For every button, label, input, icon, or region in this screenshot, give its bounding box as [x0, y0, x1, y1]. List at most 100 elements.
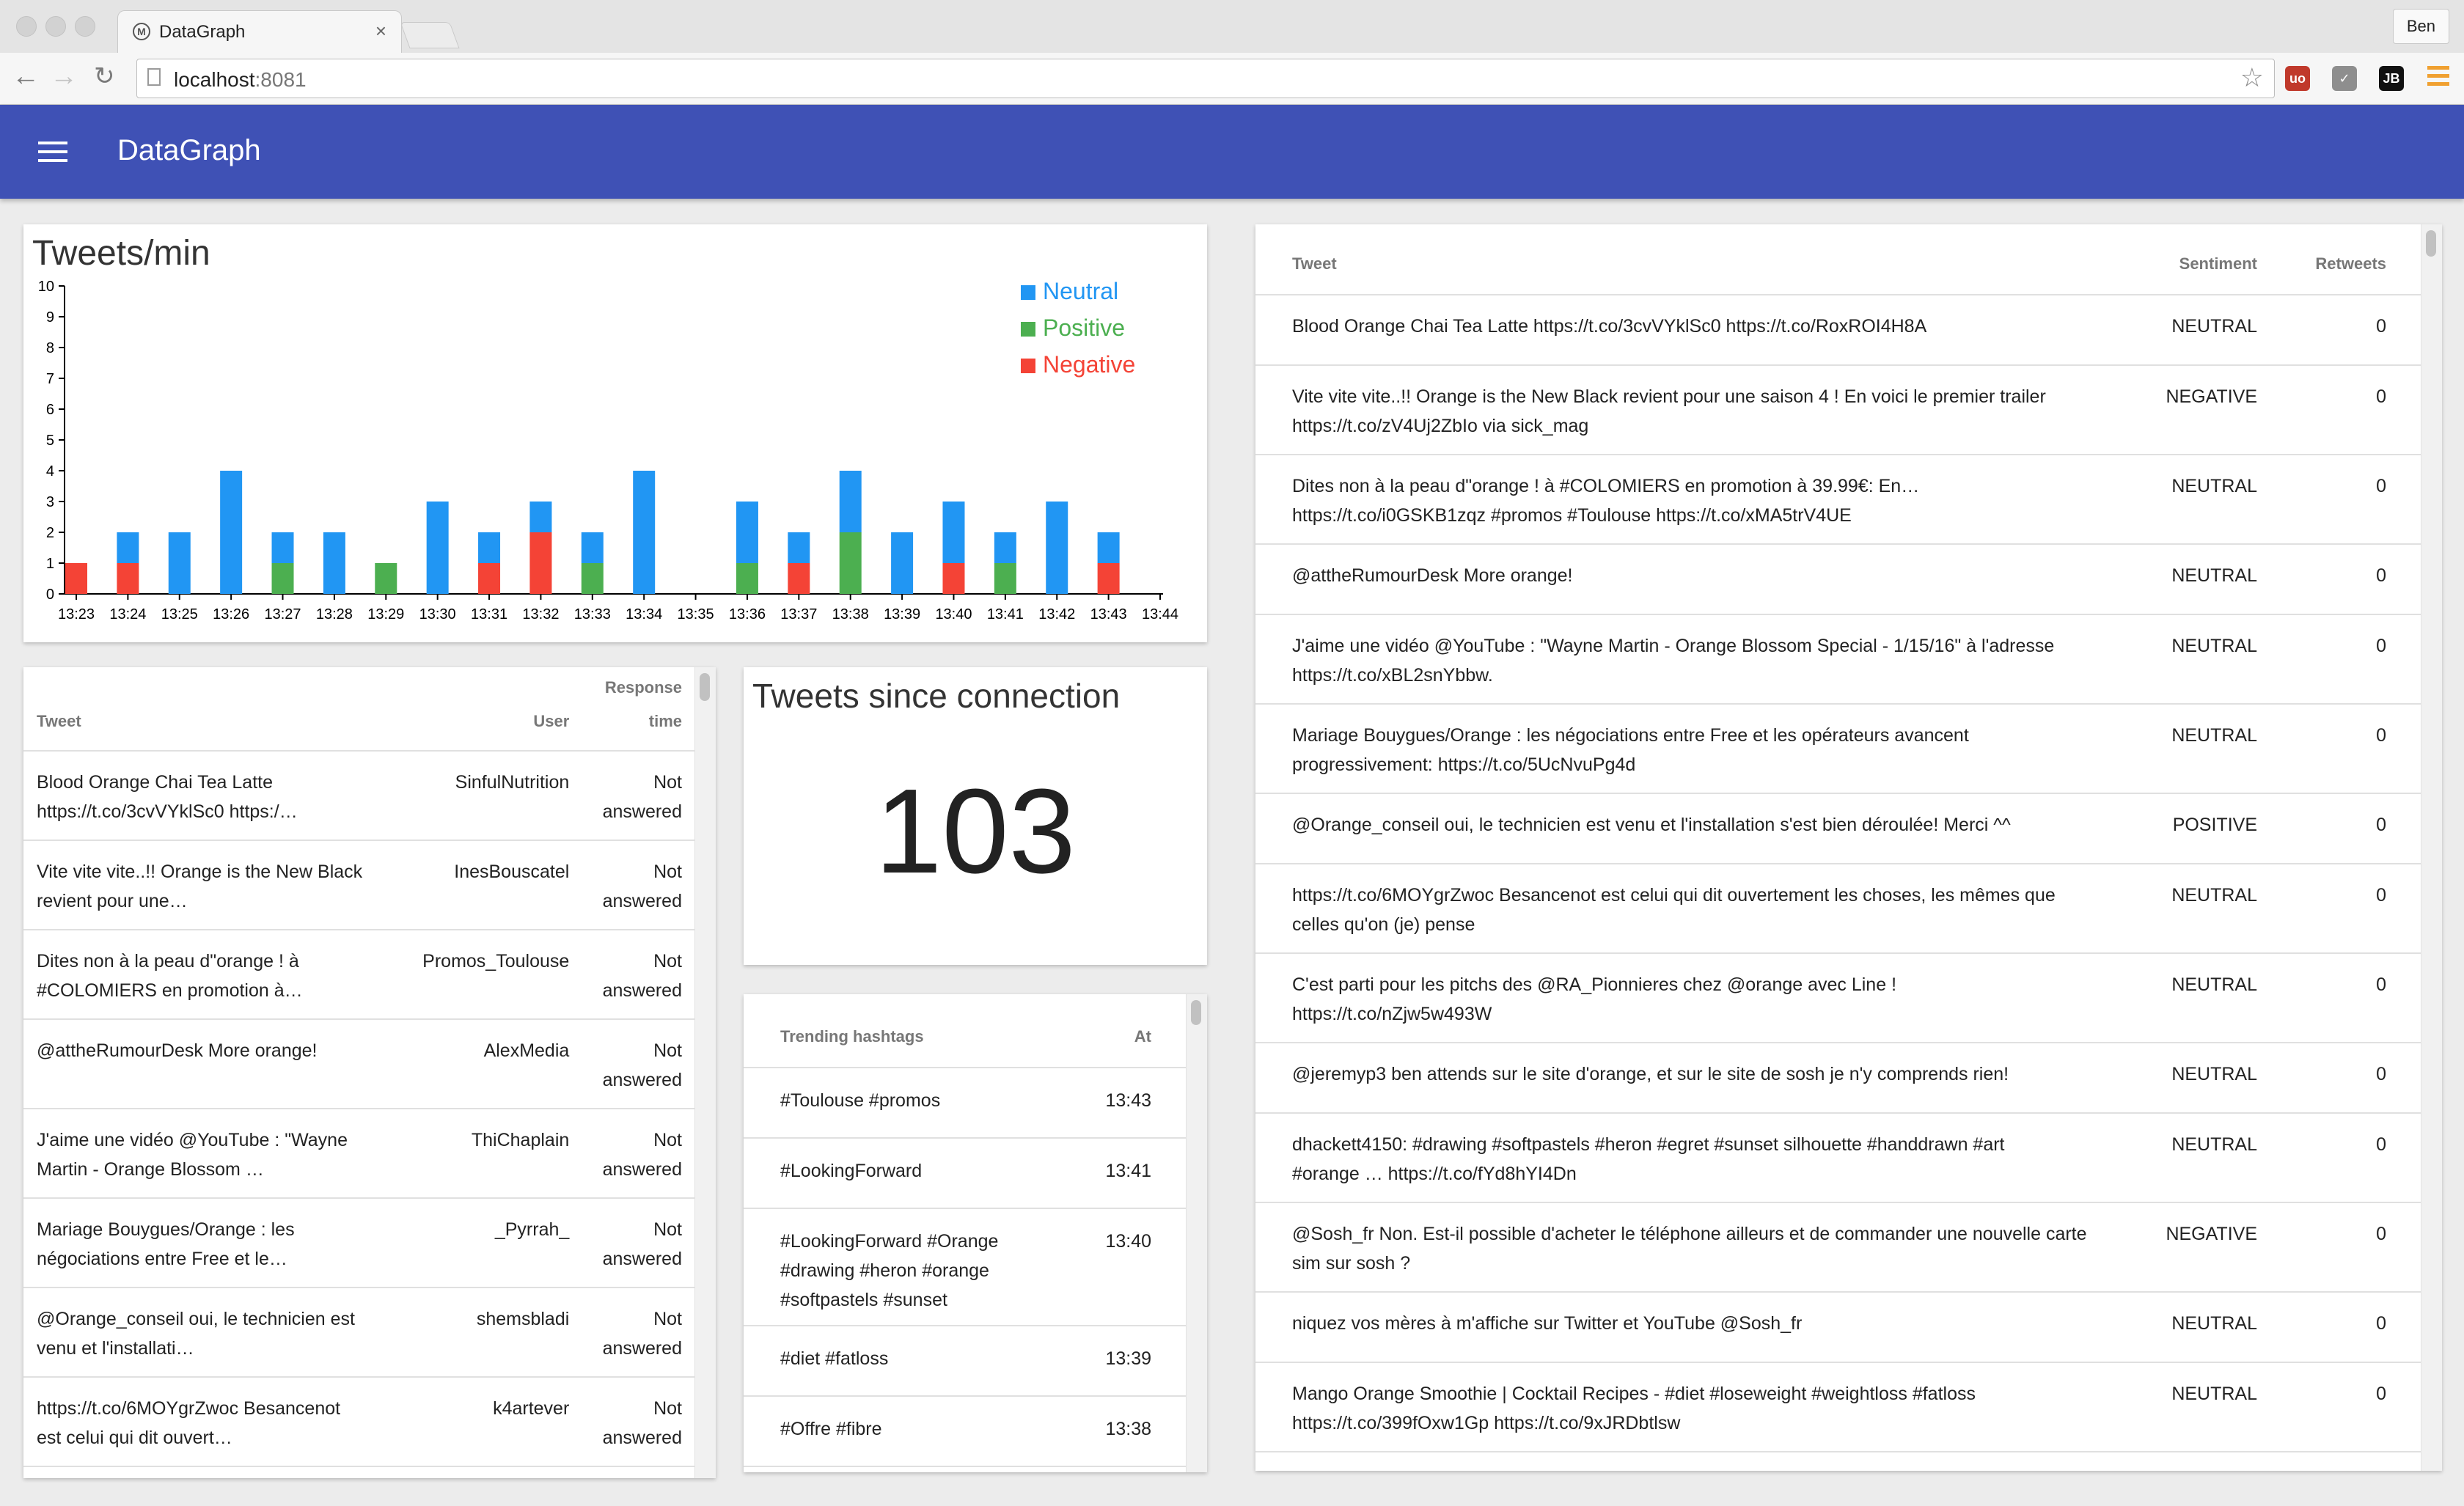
table-row[interactable]: @jeremyp3 ben attends sur le site d'oran…	[1255, 1043, 2421, 1114]
response-time-table: Tweet User Response time Blood Orange Cha…	[23, 667, 695, 1467]
column-header-retweets[interactable]: Retweets	[2270, 224, 2421, 295]
table-row[interactable]: @Orange_conseil oui, le technicien est ve…	[23, 1288, 695, 1378]
response-time-card: Tweet User Response time Blood Orange Cha…	[23, 667, 716, 1478]
table-row[interactable]: Blood Orange Chai Tea Latte https://t.co/…	[23, 751, 695, 841]
column-header-at[interactable]: At	[1071, 994, 1187, 1068]
response-status-line: answered	[602, 1070, 682, 1090]
sentiment-scrollbar[interactable]	[2421, 224, 2442, 1471]
table-row[interactable]: J'aime une vidéo @YouTube : "Wayne Martin…	[23, 1109, 695, 1199]
scrollbar-thumb[interactable]	[2426, 230, 2436, 257]
x-tick-label: 13:23	[58, 606, 95, 622]
bar-negative-1323	[65, 563, 87, 594]
address-bar[interactable]: localhost:8081 ☆	[136, 59, 2275, 98]
response-time-cell: Not answered	[582, 1198, 695, 1288]
retweets-cell: 0	[2270, 704, 2421, 794]
hashtag-row[interactable]: #LookingForward 13:41	[744, 1138, 1187, 1209]
bookmark-star-icon[interactable]: ☆	[2240, 62, 2264, 93]
hashtag-row[interactable]: #diet #fatloss 13:39	[744, 1326, 1187, 1397]
ublock-icon[interactable]: uo	[2285, 66, 2310, 91]
back-arrow-icon[interactable]: ←	[12, 62, 40, 91]
maximize-window-button[interactable]	[75, 16, 95, 37]
tweet-text-line: Mango Orange Smoothie | Cocktail Recipes…	[1292, 1384, 1976, 1404]
hamburger-menu-icon[interactable]	[38, 142, 67, 164]
hashtags-scrollbar[interactable]	[1186, 994, 1207, 1472]
pocket-icon[interactable]: ✓	[2332, 66, 2357, 91]
column-header-tweet[interactable]: Tweet	[23, 667, 399, 752]
hashtag-text: #LookingForward	[780, 1161, 923, 1181]
tweet-text-line: #orange … https://t.co/fYd8hYI4Dn	[1292, 1164, 1577, 1184]
jetbrains-icon[interactable]: JB	[2379, 66, 2404, 91]
tweet-cell: @Orange_conseil oui, le technicien est ve…	[23, 1288, 399, 1378]
sentiment-cell: NEUTRAL	[2134, 544, 2270, 615]
scrollbar-thumb[interactable]	[1191, 1000, 1201, 1025]
browser-tab[interactable]: M DataGraph ×	[117, 10, 402, 54]
hashtag-row[interactable]: #Offre #fibre 13:38	[744, 1396, 1187, 1467]
bar-positive-1329	[375, 563, 397, 594]
table-row[interactable]: dhackett4150: #drawing #softpastels #her…	[1255, 1113, 2421, 1203]
x-tick-label: 13:39	[884, 606, 920, 622]
column-header-sentiment[interactable]: Sentiment	[2134, 224, 2270, 295]
table-row[interactable]: @attheRumourDesk More orange! NEUTRAL 0	[1255, 544, 2421, 615]
retweets-cell: 0	[2270, 455, 2421, 545]
bar-neutral-1337	[788, 532, 810, 563]
sentiment-cell: NEGATIVE	[2134, 365, 2270, 455]
close-tab-icon[interactable]: ×	[375, 20, 386, 43]
table-row[interactable]: J'aime une vidéo @YouTube : "Wayne Marti…	[1255, 614, 2421, 705]
table-row[interactable]: Mango Orange Smoothie | Cocktail Recipes…	[1255, 1362, 2421, 1452]
table-row[interactable]: Blood Orange Chai Tea Latte https://t.co…	[1255, 295, 2421, 366]
table-row[interactable]: Mariage Bouygues/Orange : les négociation…	[23, 1198, 695, 1288]
hashtag-text: #diet #fatloss	[780, 1348, 889, 1369]
tweet-text-line: @Orange_conseil oui, le technicien est	[37, 1309, 355, 1329]
profile-button[interactable]: Ben	[2392, 9, 2449, 44]
sentiment-card: Tweet Sentiment Retweets Blood Orange Ch…	[1255, 224, 2442, 1471]
tweet-cell: Mango Orange Smoothie | Cocktail Recipes…	[1255, 1362, 2134, 1452]
table-row[interactable]: niquez vos mères à m'affiche sur Twitter…	[1255, 1292, 2421, 1363]
tweet-cell: @jeremyp3 ben attends sur le site d'oran…	[1255, 1043, 2134, 1114]
hashtag-row[interactable]: #LookingForward #Orange #drawing #heron #…	[744, 1208, 1187, 1326]
reload-icon[interactable]: ↻	[94, 62, 115, 91]
response-table-scrollbar[interactable]	[694, 667, 716, 1478]
menu-icon[interactable]	[2427, 66, 2449, 86]
column-header-response-time[interactable]: Response time	[582, 667, 695, 752]
column-header-tweet[interactable]: Tweet	[1255, 224, 2134, 295]
table-row[interactable]: @attheRumourDesk More orange! AlexMedia No…	[23, 1019, 695, 1109]
hashtag-row[interactable]: #Toulouse #promos 13:43	[744, 1068, 1187, 1139]
bar-neutral-1341	[994, 532, 1016, 563]
tweet-text-line: Mariage Bouygues/Orange : les	[37, 1219, 295, 1240]
tweet-text-line: dhackett4150: #drawing #softpastels #her…	[1292, 1134, 2005, 1155]
table-row[interactable]: Dites non à la peau d"orange ! à #COLOMI…	[1255, 455, 2421, 545]
forward-arrow-icon[interactable]: →	[50, 62, 78, 91]
bar-neutral-1336	[736, 502, 758, 563]
retweets-cell: 0	[2270, 864, 2421, 954]
x-tick-label: 13:36	[729, 606, 766, 622]
table-row[interactable]: @Orange_conseil oui, le technicien est v…	[1255, 793, 2421, 864]
new-tab-button[interactable]	[400, 22, 460, 48]
table-row[interactable]: @Sosh_fr Non. Est-il possible d'acheter …	[1255, 1202, 2421, 1293]
tweet-text-line: https://t.co/6MOYgrZwoc Besancenot est c…	[1292, 885, 2056, 906]
app-bar: DataGraph	[0, 105, 2464, 199]
table-row[interactable]: https://t.co/6MOYgrZwoc Besancenot est ce…	[23, 1377, 695, 1467]
minimize-window-button[interactable]	[45, 16, 66, 37]
close-window-button[interactable]	[16, 16, 37, 37]
y-tick-label: 7	[46, 371, 54, 387]
table-row[interactable]: Mariage Bouygues/Orange : les négociatio…	[1255, 704, 2421, 794]
y-tick-label: 5	[46, 433, 54, 449]
column-header-hashtags[interactable]: Trending hashtags	[744, 994, 1071, 1068]
table-row[interactable]: Dites non à la peau d"orange ! à #COLOMIE…	[23, 930, 695, 1020]
column-header-user[interactable]: User	[398, 667, 583, 752]
bar-positive-1338	[839, 532, 862, 594]
tweet-text-line: Martin - Orange Blossom …	[37, 1159, 264, 1180]
table-row[interactable]: https://t.co/6MOYgrZwoc Besancenot est c…	[1255, 864, 2421, 954]
table-row[interactable]: Vite vite vite..!! Orange is the New Bla…	[1255, 365, 2421, 455]
sentiment-cell: NEUTRAL	[2134, 1292, 2270, 1363]
bar-negative-1324	[117, 563, 139, 594]
scrollbar-thumb[interactable]	[700, 673, 710, 701]
response-time-cell: Not answered	[582, 1288, 695, 1378]
sentiment-cell: NEUTRAL	[2134, 614, 2270, 705]
table-row[interactable]: C'est parti pour les pitchs des @RA_Pion…	[1255, 953, 2421, 1043]
table-row[interactable]: Vite vite vite..!! Orange is the New Bla…	[23, 840, 695, 930]
tweets-since-connection-card: Tweets since connection 103	[744, 667, 1207, 965]
tweet-text-line: https://t.co/nZjw5w493W	[1292, 1004, 1492, 1024]
response-status-line: Not	[653, 1398, 682, 1419]
bar-negative-1337	[788, 563, 810, 594]
